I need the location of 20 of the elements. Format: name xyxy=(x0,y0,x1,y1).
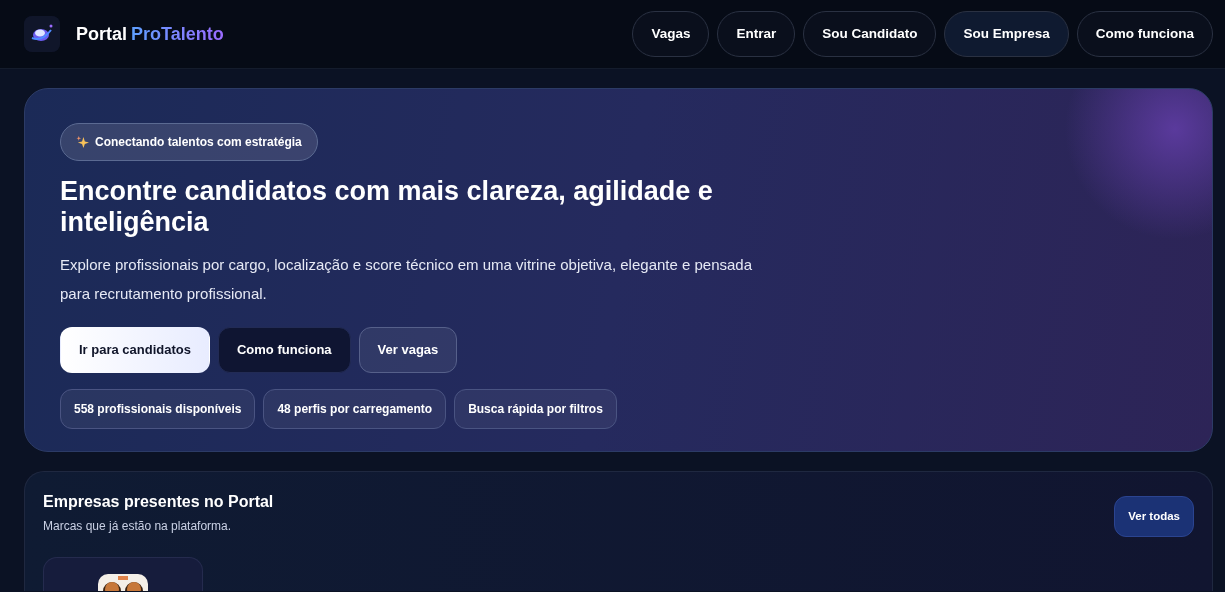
section-subtitle: Marcas que já estão na plataforma. xyxy=(43,518,233,536)
action-button[interactable]: Ver vagas xyxy=(358,326,458,373)
action-button[interactable]: Ir para candidatos xyxy=(60,326,210,373)
nav-button[interactable]: Vagas xyxy=(632,11,710,57)
stat-chip: 558 profissionais disponíveis xyxy=(60,388,256,429)
nav-button[interactable]: Sou Empresa xyxy=(944,11,1069,57)
action-button[interactable]: Como funciona xyxy=(218,326,351,373)
nav-button[interactable]: Sou Candidato xyxy=(803,11,937,57)
stat-chip: Busca rápida por filtros xyxy=(454,388,617,429)
nav-button[interactable]: Entrar xyxy=(717,11,796,57)
section-title: Empresas presentes no Portal xyxy=(43,492,274,512)
badge-text: Conectando talentos com estratégia xyxy=(95,134,302,151)
stat-chip: 48 perfis por carregamento xyxy=(263,388,447,429)
hero-title: Encontre candidatos com mais clareza, agilidade e inteligência xyxy=(60,176,714,237)
company-card[interactable] xyxy=(43,557,203,591)
hero-description: Explore profissionais por cargo, localização e score técnico em uma vitrine objetiva, elegante e pensada para recrutamento profissional. xyxy=(60,255,754,304)
brand-name: Portal xyxy=(76,22,127,46)
nav-button[interactable]: Como funciona xyxy=(1076,11,1213,57)
sparkle-icon xyxy=(76,135,89,149)
see-all-button[interactable]: Ver todas xyxy=(1114,496,1194,538)
